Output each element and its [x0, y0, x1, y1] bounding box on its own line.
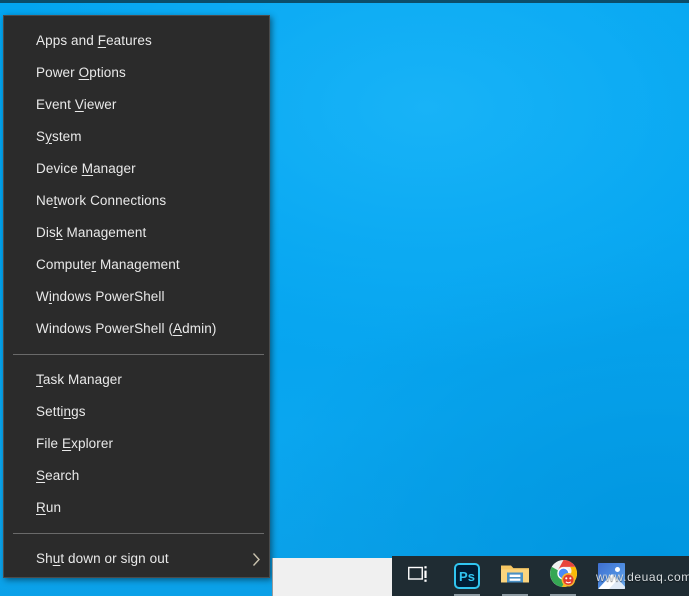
menu-item-file-explorer[interactable]: File Explorer [4, 428, 269, 460]
menu-item-task-manager[interactable]: Task Manager [4, 364, 269, 396]
desktop-top-strip [0, 0, 689, 3]
menu-separator [13, 354, 264, 355]
menu-item-device-manager[interactable]: Device Manager [4, 153, 269, 185]
photos-mountain-shape-2 [608, 579, 625, 589]
menu-item-apps-and-features[interactable]: Apps and Features [4, 25, 269, 57]
menu-item-computer-management[interactable]: Computer Management [4, 249, 269, 281]
taskbar[interactable]: Ps [392, 556, 689, 596]
menu-item-label: Event Viewer [36, 97, 117, 112]
file-explorer-icon [500, 561, 530, 591]
menu-item-label: System [36, 129, 82, 144]
winx-quick-link-menu[interactable]: Apps and Features Power Options Event Vi… [3, 15, 270, 578]
menu-item-label: Device Manager [36, 161, 136, 176]
menu-item-label: Desktop [36, 575, 86, 577]
menu-item-settings[interactable]: Settings [4, 396, 269, 428]
menu-group-tools: Task Manager Settings File Explorer Sear… [4, 364, 269, 524]
menu-item-label: Shut down or sign out [36, 551, 169, 566]
menu-item-run[interactable]: Run [4, 492, 269, 524]
menu-item-desktop[interactable]: Desktop [4, 575, 269, 577]
background-window-panel[interactable] [272, 558, 392, 596]
chrome-icon [549, 559, 578, 593]
menu-item-label: Settings [36, 404, 86, 419]
chevron-right-icon [252, 543, 261, 575]
menu-group-system: Apps and Features Power Options Event Vi… [4, 25, 269, 345]
menu-item-search[interactable]: Search [4, 460, 269, 492]
taskbar-button-file-explorer[interactable] [491, 556, 539, 596]
menu-item-label: Apps and Features [36, 33, 152, 48]
menu-item-label: Power Options [36, 65, 126, 80]
menu-item-label: Disk Management [36, 225, 147, 240]
taskbar-button-chrome[interactable] [539, 556, 587, 596]
menu-item-label: Search [36, 468, 80, 483]
menu-item-label: Windows PowerShell [36, 289, 165, 304]
menu-item-label: Computer Management [36, 257, 180, 272]
taskbar-button-task-view[interactable] [395, 556, 443, 596]
menu-item-network-connections[interactable]: Network Connections [4, 185, 269, 217]
menu-item-label: Network Connections [36, 193, 167, 208]
taskbar-button-photos[interactable] [587, 556, 635, 596]
taskbar-button-photoshop[interactable]: Ps [443, 556, 491, 596]
task-view-icon [408, 564, 430, 589]
screen: Apps and Features Power Options Event Vi… [0, 0, 689, 596]
photos-sun-shape [614, 567, 620, 572]
menu-item-label: File Explorer [36, 436, 114, 451]
menu-item-label: Windows PowerShell (Admin) [36, 321, 217, 336]
menu-separator [13, 533, 264, 534]
photos-icon [597, 563, 625, 589]
menu-item-label: Run [36, 500, 62, 515]
menu-item-label: Task Manager [36, 372, 122, 387]
menu-item-windows-powershell-admin[interactable]: Windows PowerShell (Admin) [4, 313, 269, 345]
menu-item-windows-powershell[interactable]: Windows PowerShell [4, 281, 269, 313]
menu-item-system[interactable]: System [4, 121, 269, 153]
menu-group-session: Shut down or sign out Desktop [4, 543, 269, 577]
menu-item-disk-management[interactable]: Disk Management [4, 217, 269, 249]
menu-item-power-options[interactable]: Power Options [4, 57, 269, 89]
menu-item-event-viewer[interactable]: Event Viewer [4, 89, 269, 121]
menu-item-shut-down-or-sign-out[interactable]: Shut down or sign out [4, 543, 269, 575]
photoshop-icon: Ps [454, 563, 480, 589]
